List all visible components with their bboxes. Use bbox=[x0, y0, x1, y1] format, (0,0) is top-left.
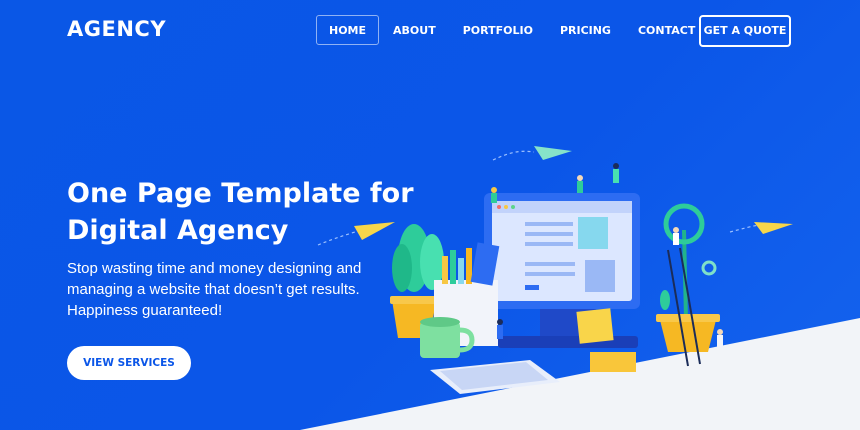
hero-illustration bbox=[317, 146, 793, 394]
nav-pricing[interactable]: PRICING bbox=[547, 15, 624, 45]
paper-plane-icon bbox=[729, 222, 793, 234]
nav-portfolio[interactable]: PORTFOLIO bbox=[450, 15, 546, 45]
site-header: AGENCY HOME ABOUT PORTFOLIO PRICING CONT… bbox=[0, 0, 860, 64]
paper-plane-icon bbox=[317, 222, 395, 246]
hero-subtitle-line-3: Happiness guaranteed! bbox=[67, 302, 223, 319]
nav-contact[interactable]: CONTACT bbox=[625, 15, 708, 45]
brand-logo[interactable]: AGENCY bbox=[67, 17, 166, 41]
view-services-button[interactable]: VIEW SERVICES bbox=[67, 346, 191, 380]
keyboard-illustration bbox=[430, 360, 560, 394]
main-nav: HOME ABOUT PORTFOLIO PRICING CONTACT bbox=[316, 15, 709, 45]
paper-plane-icon bbox=[492, 146, 572, 161]
nav-about[interactable]: ABOUT bbox=[380, 15, 449, 45]
nav-home[interactable]: HOME bbox=[316, 15, 380, 45]
plant-illustration bbox=[656, 203, 720, 367]
hero-title-line-2: Digital Agency bbox=[67, 215, 289, 246]
get-quote-button[interactable]: GET A QUOTE bbox=[699, 15, 791, 47]
monitor-illustration bbox=[484, 193, 640, 372]
